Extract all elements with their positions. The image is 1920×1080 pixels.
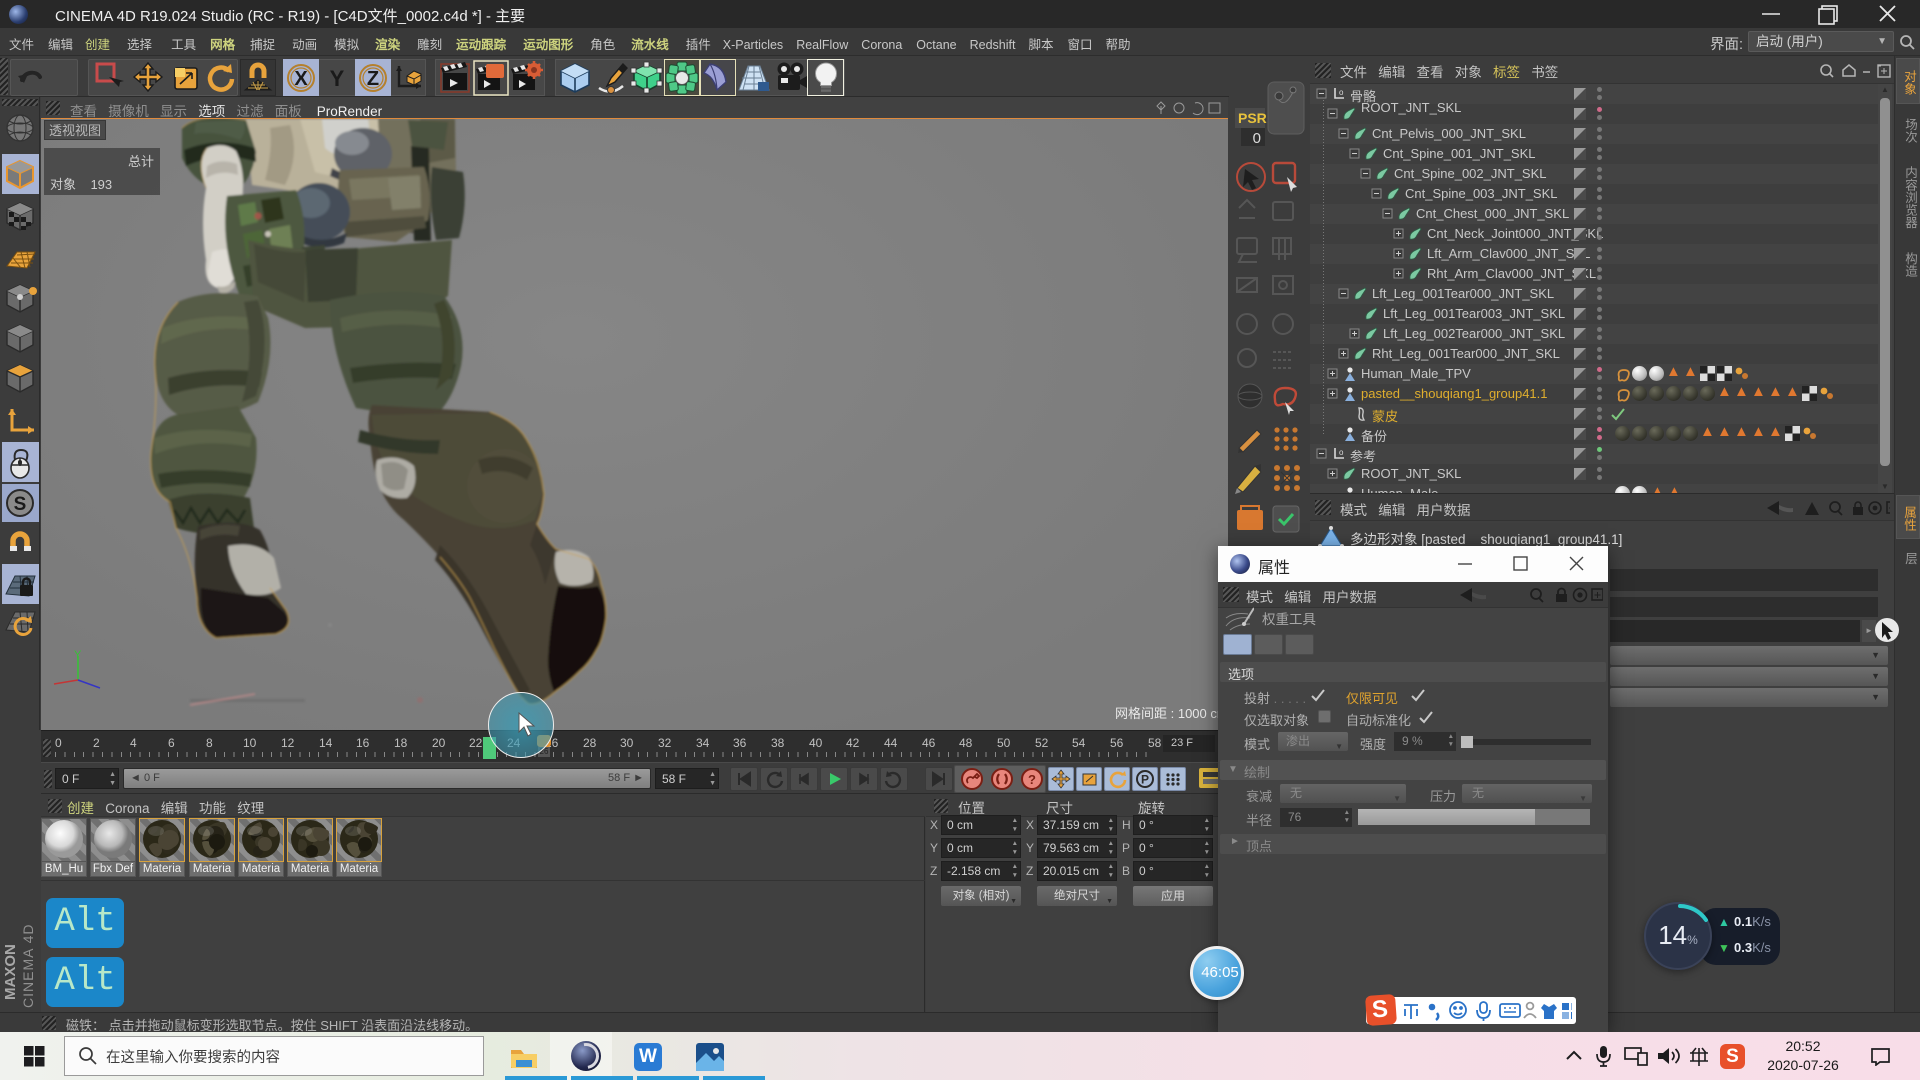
svg-text:0: 0 — [1253, 130, 1261, 147]
svg-text:Y: Y — [330, 66, 345, 91]
svg-text:Z: Z — [367, 68, 379, 90]
svg-text:?: ? — [1028, 772, 1036, 787]
svg-text:X: X — [294, 68, 308, 90]
svg-text:PSR: PSR — [1238, 110, 1267, 126]
svg-text:Y: Y — [74, 649, 82, 661]
svg-text:S: S — [14, 494, 27, 515]
svg-text:P: P — [1141, 773, 1149, 787]
svg-text:o: o — [1339, 88, 1344, 97]
svg-text:o: o — [1339, 448, 1344, 457]
